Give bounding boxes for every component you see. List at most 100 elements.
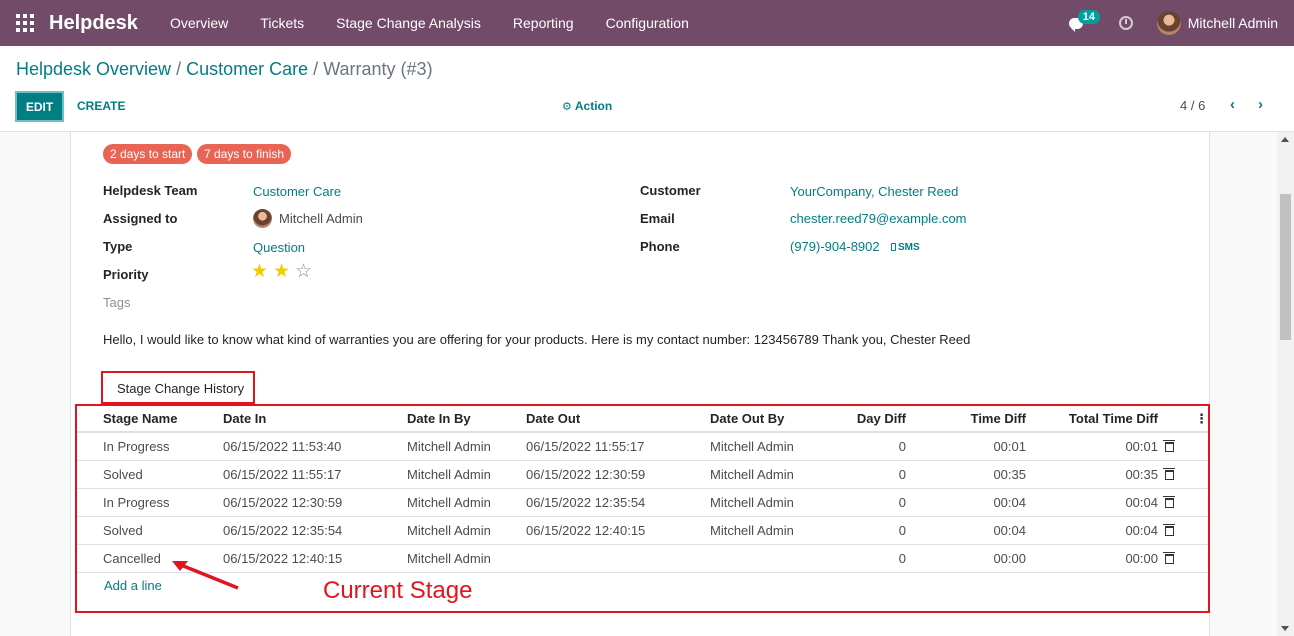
vertical-scrollbar[interactable] <box>1277 132 1294 636</box>
cell-date-out <box>526 544 710 573</box>
cell-time-diff: 00:35 <box>906 460 1026 489</box>
cell-total-time-diff: 00:35 <box>1026 460 1158 489</box>
cell-total-time-diff: 00:04 <box>1026 516 1158 545</box>
helpdesk-team-label: Helpdesk Team <box>103 183 198 198</box>
days-to-start-badge: 2 days to start <box>103 144 193 164</box>
cell-time-diff: 00:00 <box>906 544 1026 573</box>
phone-label: Phone <box>640 239 680 254</box>
chevron-right-icon[interactable]: › <box>1258 97 1270 112</box>
cell-day-diff: 0 <box>830 516 906 545</box>
customer-label: Customer <box>640 183 701 198</box>
column-date-out-by[interactable]: Date Out By <box>710 406 830 433</box>
control-panel: Helpdesk Overview / Customer Care / Warr… <box>0 46 1294 132</box>
annotation-arrow <box>172 561 239 590</box>
cell-date-in-by: Mitchell Admin <box>407 516 526 545</box>
breadcrumb: Helpdesk Overview / Customer Care / Warr… <box>16 59 433 80</box>
ticket-description: Hello, I would like to know what kind of… <box>103 332 971 347</box>
type-value[interactable]: Question <box>253 240 305 255</box>
priority-star-1-icon[interactable]: ★ <box>251 262 268 281</box>
pager-value[interactable]: 4 / 6 <box>1180 98 1205 113</box>
scroll-up-arrow-icon[interactable] <box>1281 137 1289 142</box>
type-label: Type <box>103 239 133 254</box>
message-count-badge: 14 <box>1077 10 1100 24</box>
table-row[interactable]: In Progress 06/15/2022 12:30:59 Mitchell… <box>77 488 1208 517</box>
scrollbar-thumb[interactable] <box>1280 194 1291 340</box>
breadcrumb-customer-care[interactable]: Customer Care <box>186 59 308 79</box>
breadcrumb-separator: / <box>313 59 319 79</box>
user-menu-name[interactable]: Mitchell Admin <box>1188 15 1278 31</box>
column-stage-name[interactable]: Stage Name <box>103 406 223 433</box>
optional-columns-toggle[interactable]: ⋮ <box>1158 406 1208 433</box>
cell-day-diff: 0 <box>830 544 906 573</box>
cell-date-in-by: Mitchell Admin <box>407 432 526 461</box>
helpdesk-team-value[interactable]: Customer Care <box>253 184 341 199</box>
column-day-diff[interactable]: Day Diff <box>830 406 906 433</box>
menu-tickets[interactable]: Tickets <box>244 15 320 31</box>
app-brand[interactable]: Helpdesk <box>49 12 138 35</box>
top-navbar: Helpdesk Overview Tickets Stage Change A… <box>0 0 1294 46</box>
menu-configuration[interactable]: Configuration <box>590 15 705 31</box>
scroll-down-arrow-icon[interactable] <box>1281 626 1289 631</box>
tab-stage-change-history[interactable]: Stage Change History <box>101 371 255 404</box>
cell-total-time-diff: 00:00 <box>1026 544 1158 573</box>
assigned-to-value[interactable]: Mitchell Admin <box>279 211 363 226</box>
cell-stage-name: Solved <box>103 460 223 489</box>
cell-day-diff: 0 <box>830 460 906 489</box>
column-total-time-diff[interactable]: Total Time Diff <box>1026 406 1158 433</box>
menu-overview[interactable]: Overview <box>154 15 244 31</box>
breadcrumb-helpdesk-overview[interactable]: Helpdesk Overview <box>16 59 171 79</box>
chevron-left-icon[interactable]: ‹ <box>1230 97 1242 112</box>
edit-button[interactable]: EDIT <box>15 91 64 122</box>
column-time-diff[interactable]: Time Diff <box>906 406 1026 433</box>
action-menu-button[interactable]: ⚙ Action <box>562 99 612 113</box>
cell-date-in: 06/15/2022 12:35:54 <box>223 516 407 545</box>
delete-row-button[interactable] <box>1158 488 1208 517</box>
user-avatar[interactable] <box>1156 11 1181 35</box>
mobile-phone-icon <box>891 243 896 251</box>
table-row[interactable]: Solved 06/15/2022 12:35:54 Mitchell Admi… <box>77 516 1208 545</box>
create-button[interactable]: CREATE <box>77 99 125 113</box>
column-date-in-by[interactable]: Date In By <box>407 406 526 433</box>
sms-button[interactable]: SMS <box>891 238 920 253</box>
menu-reporting[interactable]: Reporting <box>497 15 590 31</box>
sms-label: SMS <box>898 242 920 253</box>
priority-star-3-icon[interactable]: ☆ <box>295 262 312 281</box>
assignee-avatar <box>253 209 272 228</box>
cell-date-out-by: Mitchell Admin <box>710 516 830 545</box>
apps-menu-icon[interactable] <box>16 14 34 32</box>
trash-icon <box>1163 439 1175 452</box>
email-value[interactable]: chester.reed79@example.com <box>790 211 967 226</box>
delete-row-button[interactable] <box>1158 432 1208 461</box>
cell-date-out: 06/15/2022 11:55:17 <box>526 432 710 461</box>
cell-date-out-by: Mitchell Admin <box>710 432 830 461</box>
vertical-dots-icon: ⋮ <box>1195 410 1208 426</box>
days-to-finish-badge: 7 days to finish <box>197 144 292 164</box>
cell-date-in-by: Mitchell Admin <box>407 488 526 517</box>
cell-date-in-by: Mitchell Admin <box>407 460 526 489</box>
table-row[interactable]: Solved 06/15/2022 11:55:17 Mitchell Admi… <box>77 460 1208 489</box>
trash-icon <box>1163 523 1175 536</box>
menu-stage-change-analysis[interactable]: Stage Change Analysis <box>320 15 497 31</box>
cell-total-time-diff: 00:01 <box>1026 432 1158 461</box>
add-line-link[interactable]: Add a line <box>104 578 162 593</box>
delete-row-button[interactable] <box>1158 544 1208 573</box>
activity-clock-icon[interactable] <box>1118 16 1133 30</box>
trash-icon <box>1163 495 1175 508</box>
delete-row-button[interactable] <box>1158 516 1208 545</box>
customer-value[interactable]: YourCompany, Chester Reed <box>790 184 958 199</box>
tab-label: Stage Change History <box>117 381 245 396</box>
cell-date-in: 06/15/2022 12:30:59 <box>223 488 407 517</box>
cell-date-out: 06/15/2022 12:40:15 <box>526 516 710 545</box>
phone-value[interactable]: (979)-904-8902 <box>790 239 880 254</box>
priority-label: Priority <box>103 267 149 282</box>
cell-date-out: 06/15/2022 12:30:59 <box>526 460 710 489</box>
priority-star-2-icon[interactable]: ★ <box>273 262 290 281</box>
tags-label: Tags <box>103 295 131 310</box>
column-date-out[interactable]: Date Out <box>526 406 710 433</box>
messages-button[interactable]: 14 <box>1068 0 1100 46</box>
cell-date-in: 06/15/2022 11:53:40 <box>223 432 407 461</box>
table-row[interactable]: In Progress 06/15/2022 11:53:40 Mitchell… <box>77 432 1208 461</box>
column-date-in[interactable]: Date In <box>223 406 407 433</box>
cell-stage-name: In Progress <box>103 488 223 517</box>
delete-row-button[interactable] <box>1158 460 1208 489</box>
